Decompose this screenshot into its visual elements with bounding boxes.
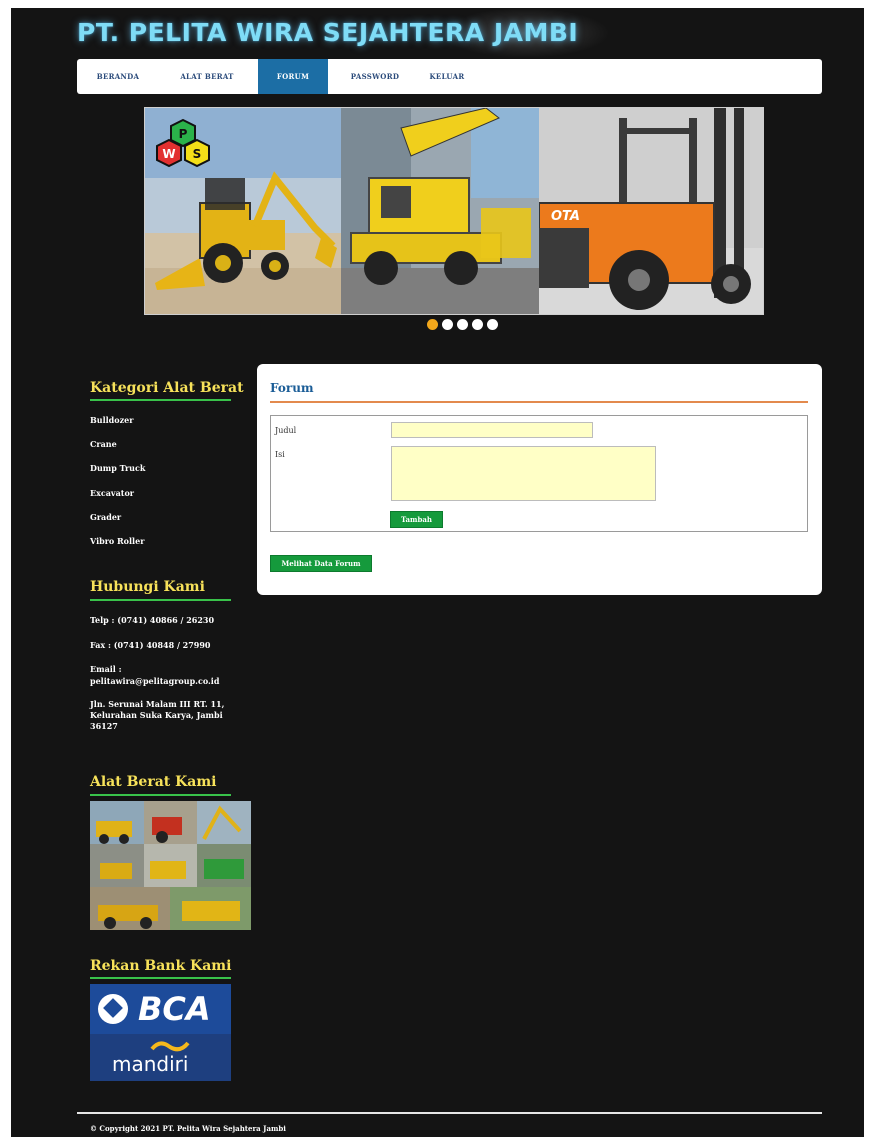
kategori-link-grader[interactable]: Grader (90, 512, 121, 522)
alat-rule (90, 794, 231, 796)
kategori-rule (90, 399, 231, 401)
slider-dot-1[interactable] (427, 319, 438, 330)
kategori-link-vibro-roller[interactable]: Vibro Roller (90, 536, 144, 546)
contact-email: pelitawira@pelitagroup.co.id (90, 676, 220, 686)
bca-text: BCA (138, 990, 211, 1028)
view-forum-button[interactable]: Melihat Data Forum (270, 555, 372, 572)
contact-email-label: Email : (90, 664, 122, 674)
bank-heading: Rekan Bank Kami (90, 958, 232, 974)
judul-input[interactable] (391, 422, 593, 438)
mandiri-logo: mandiri (90, 1034, 231, 1081)
kategori-link-bulldozer[interactable]: Bulldozer (90, 415, 133, 425)
slider-dot-3[interactable] (457, 319, 468, 330)
isi-label: Isi (275, 450, 285, 459)
bank-rule (90, 977, 231, 979)
nav-item-keluar[interactable]: KELUAR (422, 59, 472, 94)
logo-letter-w: W (162, 147, 175, 161)
slider-dot-5[interactable] (487, 319, 498, 330)
forum-title-rule (270, 401, 808, 403)
isi-textarea[interactable] (391, 446, 656, 501)
footer-rule (77, 1112, 822, 1114)
kategori-heading: Kategori Alat Berat (90, 380, 244, 396)
main-nav: BERANDA ALAT BERAT FORUM PASSWORD KELUAR (77, 59, 822, 94)
image-slider[interactable]: P W S OTA (144, 107, 764, 315)
bank-logos: BCA mandiri (90, 984, 231, 1081)
bca-emblem-icon (98, 994, 128, 1024)
forum-form: Judul Isi Tambah (270, 415, 808, 532)
forklift-brand-text: OTA (551, 209, 580, 224)
forum-panel: Forum Judul Isi Tambah Melihat Data Foru… (257, 364, 822, 595)
judul-label: Judul (275, 426, 297, 435)
hubungi-rule (90, 599, 231, 601)
logo-letter-s: S (193, 147, 202, 161)
slider-dot-2[interactable] (442, 319, 453, 330)
site-title: PT. PELITA WIRA SEJAHTERA JAMBI (77, 18, 579, 47)
footer-copyright: © Copyright 2021 PT. Pelita Wira Sejahte… (90, 1124, 286, 1133)
equipment-collage-image (90, 801, 251, 930)
logo-letter-p: P (179, 127, 188, 141)
alat-heading: Alat Berat Kami (90, 774, 217, 790)
contact-fax: Fax : (0741) 40848 / 27990 (90, 640, 211, 650)
contact-telp: Telp : (0741) 40866 / 26230 (90, 615, 215, 625)
contact-address: Jln. Serunai Malam III RT. 11, Kelurahan… (90, 699, 225, 731)
kategori-link-crane[interactable]: Crane (90, 439, 117, 449)
slide-crane-image (341, 108, 539, 314)
mandiri-text: mandiri (112, 1052, 189, 1076)
nav-item-beranda[interactable]: BERANDA (87, 59, 149, 94)
kategori-link-excavator[interactable]: Excavator (90, 488, 134, 498)
forum-title: Forum (270, 381, 314, 395)
hubungi-heading: Hubungi Kami (90, 579, 205, 595)
tambah-button[interactable]: Tambah (390, 511, 443, 528)
bca-logo: BCA (90, 984, 231, 1034)
nav-item-forum[interactable]: FORUM (258, 59, 328, 94)
kategori-link-dump-truck[interactable]: Dump Truck (90, 463, 145, 473)
nav-item-alat-berat[interactable]: ALAT BERAT (169, 59, 245, 94)
nav-item-password[interactable]: PASSWORD (342, 59, 408, 94)
pws-logo: P W S (156, 118, 210, 168)
slider-dot-4[interactable] (472, 319, 483, 330)
slide-forklift-image: OTA (539, 108, 763, 314)
mandiri-wave-icon (150, 1041, 190, 1052)
